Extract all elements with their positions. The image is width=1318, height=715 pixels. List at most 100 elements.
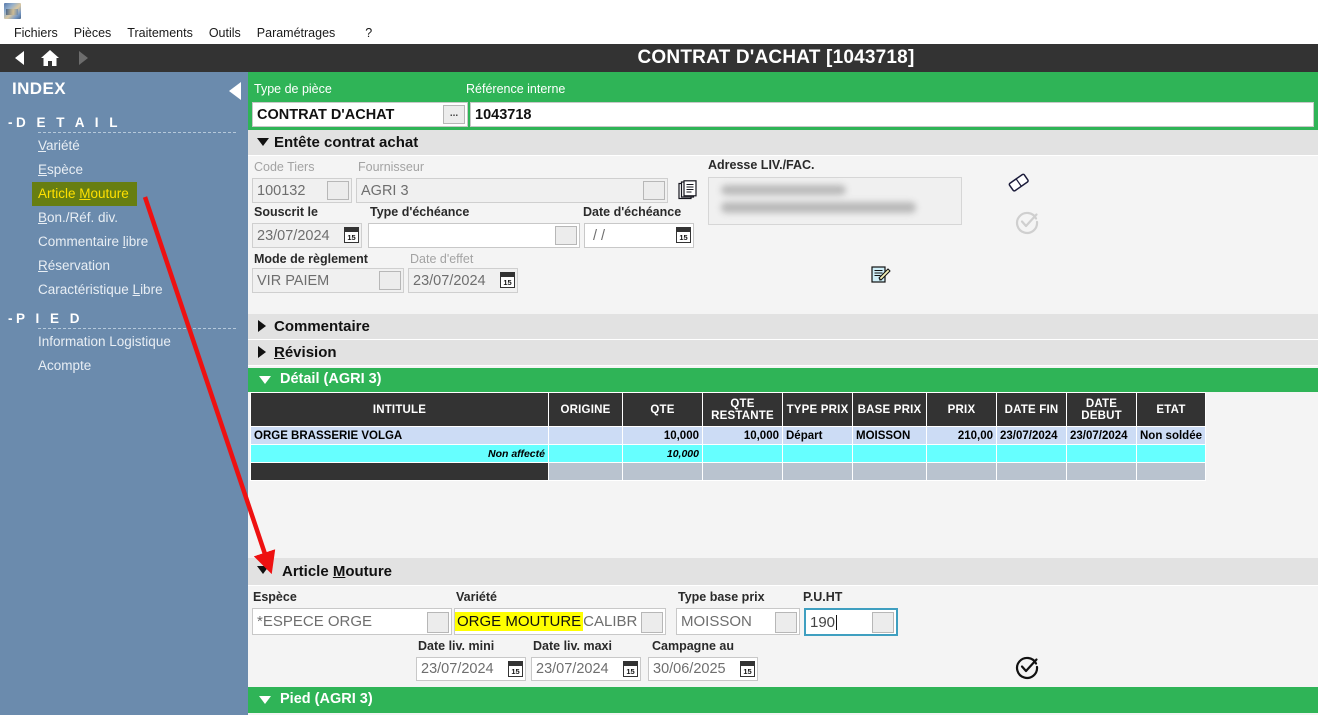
col-intitule[interactable]: INTITULE	[251, 393, 549, 427]
campagne-au-input[interactable]: 30/06/2025 15	[648, 657, 758, 681]
sidebar-item-reservation[interactable]: Réservation	[0, 254, 248, 278]
calendar-icon[interactable]: 15	[344, 227, 359, 243]
calendar-icon[interactable]: 15	[508, 661, 523, 677]
copy-documents-icon[interactable]	[678, 180, 700, 202]
col-qte-restante[interactable]: QTE RESTANTE	[703, 393, 783, 427]
sidebar-item-variete[interactable]: Variété	[0, 134, 248, 158]
col-date-fin[interactable]: DATE FIN	[997, 393, 1067, 427]
date-effet-input[interactable]: 23/07/2024 15	[408, 268, 518, 293]
table-row[interactable]	[251, 463, 1206, 481]
cell-origine	[549, 445, 623, 463]
chevron-down-icon[interactable]	[257, 138, 269, 146]
note-edit-icon[interactable]	[870, 264, 890, 284]
sidebar-item-espece[interactable]: Espèce	[0, 158, 248, 182]
menu-item-pieces[interactable]: Pièces	[66, 23, 120, 43]
type-piece-input[interactable]: CONTRAT D'ACHAT ...	[252, 102, 468, 127]
calendar-icon[interactable]: 15	[623, 661, 638, 677]
date-echeance-label: Date d'échéance	[583, 205, 681, 219]
cell-qte: 10,000	[623, 427, 703, 445]
table-row[interactable]: Non affecté 10,000	[251, 445, 1206, 463]
table-row[interactable]: ORGE BRASSERIE VOLGA 10,000 10,000 Dépar…	[251, 427, 1206, 445]
sidebar-item-caracteristique-libre[interactable]: Caractéristique Libre	[0, 278, 248, 302]
col-etat[interactable]: ETAT	[1137, 393, 1206, 427]
sidebar: INDEX -D E T A I L Variété Espèce Articl…	[0, 72, 248, 715]
date-echeance-value: / /	[589, 228, 605, 244]
eraser-icon[interactable]	[1006, 172, 1030, 192]
col-prix[interactable]: PRIX	[927, 393, 997, 427]
reference-interne-input[interactable]: 1043718	[470, 102, 1314, 127]
cell-type-prix: Départ	[783, 427, 853, 445]
col-origine[interactable]: ORIGINE	[549, 393, 623, 427]
section-article-mouture-header[interactable]: Article Mouture	[248, 558, 1318, 586]
date-liv-maxi-input[interactable]: 23/07/2024 15	[531, 657, 641, 681]
section-detail-bar[interactable]: Détail (AGRI 3)	[248, 368, 1318, 392]
pu-ht-input[interactable]: 190	[804, 608, 898, 636]
collapse-left-icon[interactable]	[229, 82, 241, 100]
souscrit-le-input[interactable]: 23/07/2024 15	[252, 223, 362, 248]
main-content: Type de pièce Référence interne CONTRAT …	[248, 72, 1318, 715]
home-button[interactable]	[33, 44, 67, 72]
section-pied-bar[interactable]: Pied (AGRI 3)	[248, 687, 1318, 713]
section-revision-header[interactable]: Révision	[248, 340, 1318, 366]
reference-interne-value: 1043718	[475, 107, 531, 123]
date-liv-maxi-value: 23/07/2024	[536, 661, 609, 677]
type-echeance-lookup-button[interactable]	[555, 226, 577, 245]
col-type-prix[interactable]: TYPE PRIX	[783, 393, 853, 427]
type-piece-label: Type de pièce	[254, 82, 332, 96]
sidebar-item-acompte[interactable]: Acompte	[0, 354, 248, 378]
back-button[interactable]	[2, 44, 36, 72]
cell-etat	[1137, 463, 1206, 481]
menu-item-fichiers[interactable]: Fichiers	[6, 23, 66, 43]
menu-bar: Fichiers Pièces Traitements Outils Param…	[0, 22, 1318, 44]
menu-item-help[interactable]: ?	[357, 23, 380, 43]
chevron-right-icon[interactable]	[258, 320, 266, 332]
menu-item-outils[interactable]: Outils	[201, 23, 249, 43]
calendar-icon[interactable]: 15	[500, 272, 515, 288]
forward-button[interactable]	[66, 44, 100, 72]
reference-interne-label: Référence interne	[466, 82, 565, 96]
code-tiers-value: 100132	[257, 183, 305, 199]
date-liv-mini-input[interactable]: 23/07/2024 15	[416, 657, 526, 681]
espece-lookup-button[interactable]	[427, 612, 449, 633]
col-date-debut[interactable]: DATE DEBUT	[1067, 393, 1137, 427]
section-commentaire-header[interactable]: Commentaire	[248, 314, 1318, 340]
menu-item-traitements[interactable]: Traitements	[119, 23, 201, 43]
calendar-icon[interactable]: 15	[740, 661, 755, 677]
date-echeance-input[interactable]: / / 15	[584, 223, 694, 248]
chevron-right-icon[interactable]	[258, 346, 266, 358]
cell-base-prix	[853, 463, 927, 481]
espece-input[interactable]: *ESPECE ORGE	[252, 608, 452, 635]
col-qte[interactable]: QTE	[623, 393, 703, 427]
detail-grid[interactable]: INTITULE ORIGINE QTE QTE RESTANTE TYPE P…	[250, 392, 1206, 481]
cell-prix: 210,00	[927, 427, 997, 445]
col-base-prix[interactable]: BASE PRIX	[853, 393, 927, 427]
sidebar-item-information-logistique[interactable]: Information Logistique	[0, 330, 248, 354]
fournisseur-lookup-button[interactable]	[643, 181, 665, 200]
section-entete-header[interactable]: Entête contrat achat	[248, 130, 1318, 156]
code-tiers-lookup-button[interactable]	[327, 181, 349, 200]
variete-input[interactable]: ORGE MOUTURECALIBR	[454, 608, 666, 635]
chevron-down-icon[interactable]	[257, 566, 269, 574]
sidebar-item-article-mouture[interactable]: Article Mouture	[0, 182, 248, 206]
pu-ht-value: 190	[810, 614, 835, 631]
chevron-down-icon[interactable]	[259, 696, 271, 704]
fournisseur-input[interactable]: AGRI 3	[356, 178, 668, 203]
sidebar-item-bon-ref-div[interactable]: Bon./Réf. div.	[0, 206, 248, 230]
type-piece-lookup-button[interactable]: ...	[443, 105, 465, 124]
code-tiers-input[interactable]: 100132	[252, 178, 352, 203]
variete-lookup-button[interactable]	[641, 612, 663, 633]
cell-intitule: Non affecté	[251, 445, 549, 463]
check-circle-icon[interactable]	[1014, 654, 1040, 680]
type-base-prix-lookup-button[interactable]	[775, 612, 797, 633]
pu-ht-lookup-button[interactable]	[872, 612, 894, 633]
section-commentaire-title: Commentaire	[274, 318, 370, 335]
menu-item-parametrages[interactable]: Paramétrages	[249, 23, 344, 43]
sidebar-item-commentaire-libre[interactable]: Commentaire libre	[0, 230, 248, 254]
type-echeance-input[interactable]	[368, 223, 580, 248]
mode-reglement-input[interactable]: VIR PAIEM	[252, 268, 404, 293]
arrow-right-icon	[79, 51, 88, 65]
mode-reglement-lookup-button[interactable]	[379, 271, 401, 290]
calendar-icon[interactable]: 15	[676, 227, 691, 243]
chevron-down-icon[interactable]	[259, 376, 271, 384]
type-base-prix-input[interactable]: MOISSON	[676, 608, 800, 635]
